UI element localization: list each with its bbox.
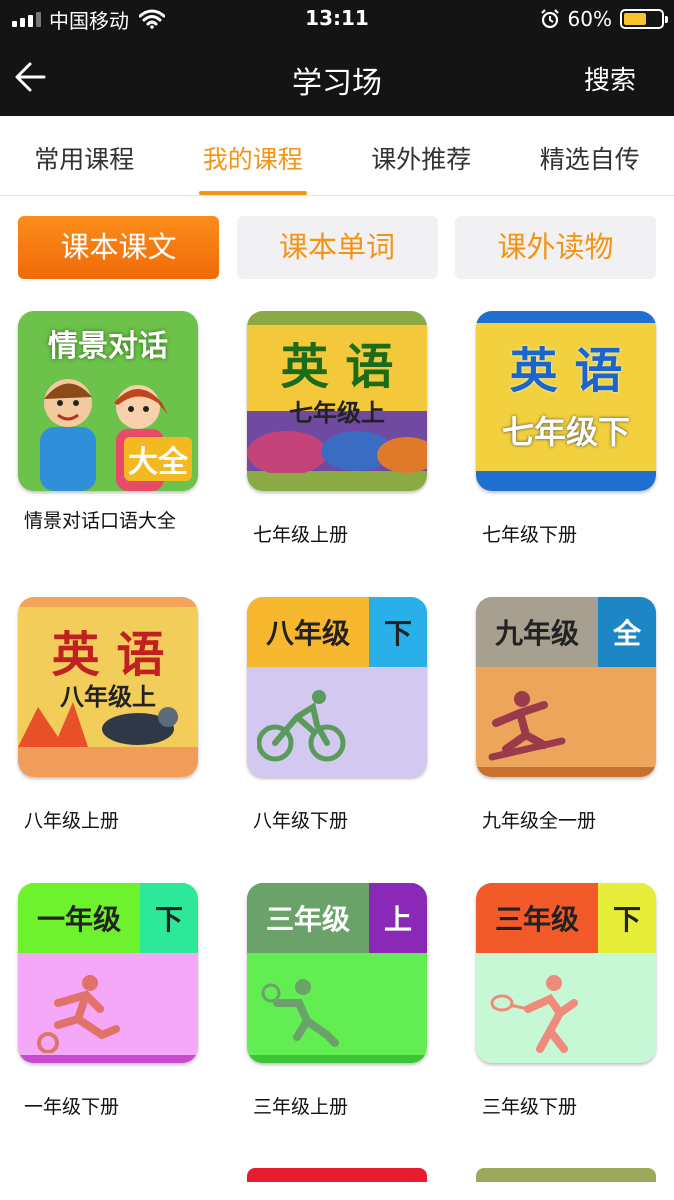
course-cover: 英 语 八年级上 (18, 597, 198, 777)
course-caption: 一年级下册 (24, 1096, 120, 1118)
cover-tag: 下 (598, 883, 656, 953)
battery-percent: 60% (567, 7, 612, 31)
cover-title: 八年级 (247, 597, 369, 667)
snowboard-icon (488, 691, 566, 761)
course-card[interactable]: 英 语 七年级下 七年级下册 (476, 311, 656, 546)
alarm-icon (540, 9, 559, 29)
cover-tag: 全 (598, 597, 656, 667)
tab-common-courses[interactable]: 常用课程 (0, 116, 169, 195)
cover-art (18, 702, 178, 747)
course-cover: 英 语 七年级下 (476, 311, 656, 491)
status-bar: 中国移动 13:11 60% (0, 0, 674, 38)
volleyball-icon (261, 979, 339, 1047)
course-card[interactable]: 情景对话 大全 情景对话口语大全 (18, 311, 198, 532)
cycling-icon (257, 690, 346, 762)
page-title: 学习场 (292, 66, 382, 101)
cover-edge (247, 1055, 427, 1063)
course-cover: 一年级 下 (18, 883, 198, 1063)
cover-edge (18, 1055, 198, 1063)
course-cover: 三年级 上 (247, 883, 427, 1063)
cover-badge: 大全 (124, 437, 192, 481)
course-card[interactable]: 英 语 七年级上 七年级上册 (247, 311, 427, 546)
course-card[interactable]: 八年级 下 八年级下册 (247, 597, 427, 832)
tab-selected-biographies[interactable]: 精选自传 (506, 116, 674, 195)
course-caption: 七年级上册 (253, 524, 349, 546)
tab-my-courses[interactable]: 我的课程 (169, 116, 338, 195)
course-cover: 英 语 七年级上 (247, 311, 427, 491)
segment-textbook-texts[interactable]: 课本课文 (18, 216, 219, 279)
cover-tag: 上 (369, 883, 427, 953)
course-caption: 九年级全一册 (482, 810, 597, 832)
signal-icon (12, 11, 41, 27)
tab-extracurricular[interactable]: 课外推荐 (337, 116, 506, 195)
course-caption: 八年级上册 (24, 810, 120, 832)
carrier-name: 中国移动 (49, 8, 129, 33)
wifi-icon (139, 9, 165, 29)
battery-icon (620, 9, 668, 29)
battery-level (624, 13, 646, 25)
course-tabs: 常用课程 我的课程 课外推荐 精选自传 (0, 116, 674, 196)
cover-tag: 下 (140, 883, 198, 953)
search-button[interactable]: 搜索 (584, 60, 636, 97)
course-caption: 三年级上册 (253, 1096, 349, 1118)
status-right: 60% (540, 6, 668, 32)
course-caption: 情景对话口语大全 (24, 510, 177, 532)
cover-title: 英 语 (509, 343, 623, 399)
course-card[interactable]: 三年级 下 三年级下册 (476, 883, 656, 1118)
course-cover: 情景对话 大全 (18, 311, 198, 491)
course-card-partial[interactable] (476, 1168, 656, 1182)
cover-title: 情景对话 (48, 329, 168, 364)
cover-title: 一年级 (18, 883, 140, 953)
cover-title: 英 语 (280, 339, 394, 395)
cover-art (247, 431, 427, 473)
cover-tag: 下 (369, 597, 427, 667)
course-card[interactable]: 一年级 下 一年级下册 (18, 883, 198, 1118)
cover-subtitle: 七年级下 (501, 413, 630, 451)
cover-title: 英 语 (51, 627, 165, 683)
course-card-partial[interactable] (247, 1168, 427, 1182)
course-card[interactable]: 三年级 上 三年级上册 (247, 883, 427, 1118)
cover-title: 九年级 (476, 597, 598, 667)
segment-textbook-words[interactable]: 课本单词 (236, 216, 438, 279)
soccer-icon (37, 975, 120, 1053)
badminton-icon (490, 975, 578, 1053)
course-card[interactable]: 英 语 八年级上 八年级上册 (18, 597, 198, 832)
course-card[interactable]: 九年级 全 九年级全一册 (476, 597, 656, 832)
course-caption: 三年级下册 (482, 1096, 578, 1118)
course-cover: 九年级 全 (476, 597, 656, 777)
nav-bar: 学习场 搜索 (0, 38, 674, 116)
segment-extra-reading[interactable]: 课外读物 (455, 216, 656, 279)
cover-title: 三年级 (476, 883, 598, 953)
course-caption: 八年级下册 (253, 810, 349, 832)
segment-control: 课本课文 课本单词 课外读物 (18, 216, 656, 279)
course-caption: 七年级下册 (482, 524, 578, 546)
course-cover: 三年级 下 (476, 883, 656, 1063)
cover-edge (476, 767, 656, 777)
cover-title: 三年级 (247, 883, 369, 953)
status-left: 中国移动 (12, 6, 165, 33)
course-cover: 八年级 下 (247, 597, 427, 777)
